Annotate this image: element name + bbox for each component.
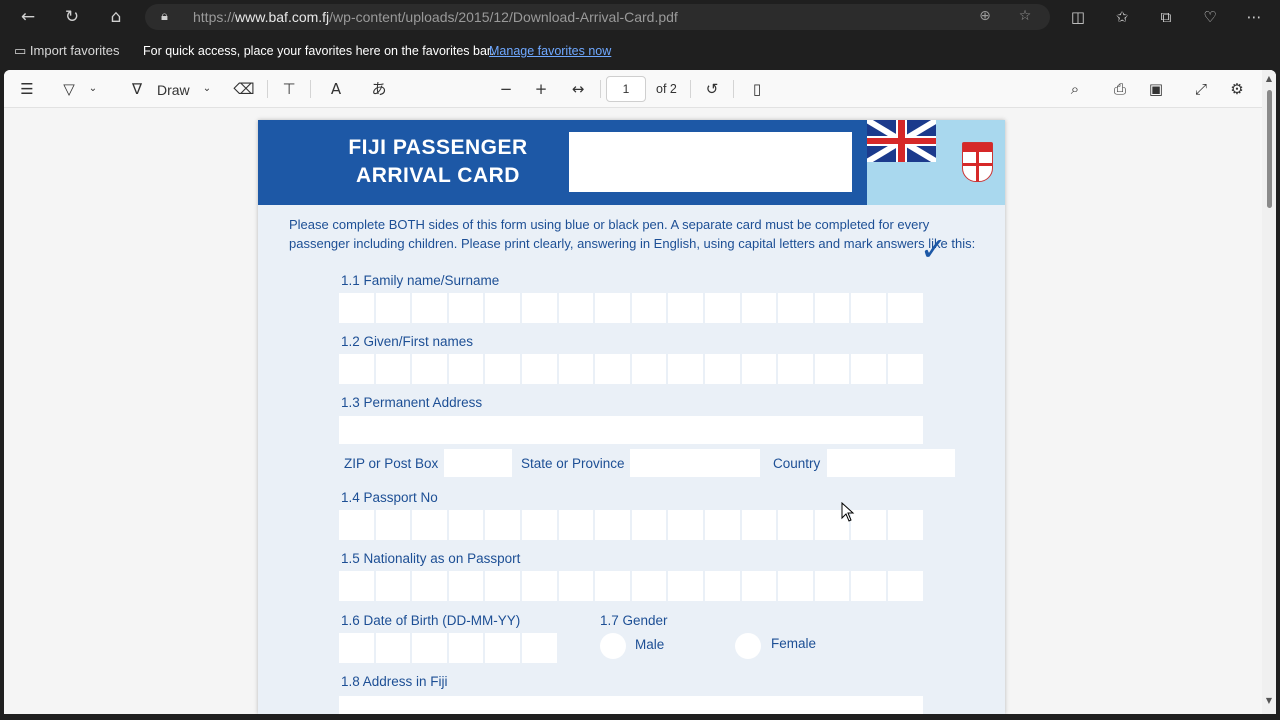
page-view-icon[interactable]: ▯: [746, 78, 768, 100]
draw-icon[interactable]: ∇: [126, 78, 148, 100]
favorites-message: For quick access, place your favorites h…: [143, 44, 494, 58]
save-icon[interactable]: ▣: [1145, 78, 1167, 100]
family-name-label: 1.1 Family name/Surname: [341, 273, 500, 288]
rotate-icon[interactable]: ↺: [701, 78, 723, 100]
mouse-cursor-icon: [841, 502, 855, 522]
fiji-address-field[interactable]: [339, 696, 923, 714]
favorite-star-icon[interactable]: ☆: [1015, 8, 1035, 26]
toolbar-divider: [267, 80, 268, 98]
toolbar-divider: [690, 80, 691, 98]
import-favorites-label: Import favorites: [29, 43, 120, 58]
url-host: www.baf.com.fj: [235, 9, 330, 25]
state-field[interactable]: [630, 449, 760, 477]
pdf-toolbar: ☰ ▽ ⌄ ∇ Draw ⌄ ⌫ ⊤ A あ − + ↔ 1 of 2 ↺ ▯ …: [4, 70, 1276, 108]
eraser-icon[interactable]: ⌫: [233, 78, 255, 100]
fiji-shield-icon: [962, 142, 993, 182]
scrollbar-thumb[interactable]: [1267, 90, 1272, 208]
search-icon[interactable]: ⌕: [1064, 78, 1086, 100]
highlight-icon[interactable]: ▽: [58, 78, 80, 100]
draw-label[interactable]: Draw: [157, 82, 190, 98]
settings-gear-icon[interactable]: ⚙: [1226, 78, 1248, 100]
fit-width-icon[interactable]: ↔: [566, 78, 590, 100]
scroll-down-icon[interactable]: ▼: [1264, 696, 1274, 706]
back-icon[interactable]: ←: [16, 6, 40, 28]
male-label: Male: [635, 637, 665, 652]
page-number-input[interactable]: 1: [606, 76, 646, 102]
print-icon[interactable]: ⎙: [1109, 78, 1131, 100]
contents-icon[interactable]: ☰: [16, 78, 38, 100]
female-label: Female: [771, 636, 817, 651]
zoom-out-icon[interactable]: −: [495, 78, 517, 100]
refresh-icon[interactable]: ↻: [60, 6, 84, 28]
country-label: Country: [773, 456, 821, 471]
more-icon[interactable]: ⋯: [1242, 6, 1266, 28]
pdf-viewer: ☰ ▽ ⌄ ∇ Draw ⌄ ⌫ ⊤ A あ − + ↔ 1 of 2 ↺ ▯ …: [4, 70, 1276, 714]
given-names-boxes[interactable]: [339, 354, 923, 384]
form-instructions: Please complete BOTH sides of this form …: [289, 217, 976, 251]
nationality-label: 1.5 Nationality as on Passport: [341, 551, 521, 566]
permanent-address-field[interactable]: [339, 416, 923, 444]
toolbar-divider: [600, 80, 601, 98]
fiji-address-label: 1.8 Address in Fiji: [341, 674, 448, 689]
family-name-boxes[interactable]: [339, 293, 923, 323]
form-title-line2: ARRIVAL CARD: [356, 164, 520, 187]
address-bar[interactable]: 🔒︎ https://www.baf.com.fj/wp-content/upl…: [145, 4, 1050, 30]
translate-icon[interactable]: あ: [366, 78, 392, 100]
permanent-address-label: 1.3 Permanent Address: [341, 395, 483, 410]
text-box-icon[interactable]: ⊤: [278, 78, 300, 100]
chevron-down-icon[interactable]: ⌄: [200, 78, 214, 100]
state-label: State or Province: [521, 456, 625, 471]
favorites-icon[interactable]: ✩: [1110, 6, 1134, 28]
form-banner: FIJI PASSENGER ARRIVAL CARD: [258, 120, 1005, 205]
expand-icon[interactable]: ⤢: [1190, 78, 1212, 100]
import-icon: ▭: [14, 44, 27, 59]
url-text: https://www.baf.com.fj/wp-content/upload…: [193, 9, 678, 25]
nationality-boxes[interactable]: [339, 571, 923, 601]
zoom-icon[interactable]: ⊕: [975, 8, 995, 26]
url-scheme: https://: [193, 9, 236, 25]
form-title-line1: FIJI PASSENGER: [348, 136, 528, 159]
zip-field[interactable]: [444, 449, 512, 477]
passport-label: 1.4 Passport No: [341, 490, 438, 505]
read-aloud-icon[interactable]: A: [324, 78, 348, 100]
gender-label: 1.7 Gender: [600, 613, 668, 628]
manage-favorites-link[interactable]: Manage favorites now: [489, 44, 611, 58]
given-names-label: 1.2 Given/First names: [341, 334, 474, 349]
checkmark-icon: ✓: [920, 230, 947, 268]
toolbar-divider: [310, 80, 311, 98]
zoom-in-icon[interactable]: +: [530, 78, 552, 100]
dob-label: 1.6 Date of Birth (DD-MM-YY): [341, 613, 521, 628]
toolbar-divider: [733, 80, 734, 98]
page-count: of 2: [656, 82, 677, 96]
favorites-bar: ▭ Import favorites For quick access, pla…: [0, 34, 1280, 68]
country-field[interactable]: [827, 449, 955, 477]
url-path: /wp-content/uploads/2015/12/Download-Arr…: [329, 9, 678, 25]
lock-icon[interactable]: 🔒︎: [161, 8, 175, 26]
female-radio[interactable]: [735, 633, 761, 659]
male-radio[interactable]: [600, 633, 626, 659]
passport-boxes[interactable]: [339, 510, 923, 540]
browser-top-bar: ← ↻ ⌂ 🔒︎ https://www.baf.com.fj/wp-conte…: [0, 0, 1280, 34]
split-screen-icon[interactable]: ◫: [1066, 6, 1090, 28]
chevron-down-icon[interactable]: ⌄: [86, 78, 100, 100]
import-favorites-button[interactable]: ▭ Import favorites: [14, 43, 120, 59]
home-icon[interactable]: ⌂: [104, 6, 128, 28]
vertical-scrollbar[interactable]: ▲ ▼: [1262, 70, 1276, 714]
collections-icon[interactable]: ⧉: [1154, 6, 1178, 28]
fiji-flag: [867, 120, 1005, 205]
union-jack-icon: [867, 120, 936, 162]
zip-label: ZIP or Post Box: [344, 456, 439, 471]
scroll-up-icon[interactable]: ▲: [1264, 74, 1274, 84]
office-use-box[interactable]: [569, 132, 852, 192]
pdf-page: FIJI PASSENGER ARRIVAL CARD Please compl…: [258, 120, 1005, 714]
health-icon[interactable]: ♡: [1198, 6, 1222, 28]
dob-boxes[interactable]: [339, 633, 557, 663]
